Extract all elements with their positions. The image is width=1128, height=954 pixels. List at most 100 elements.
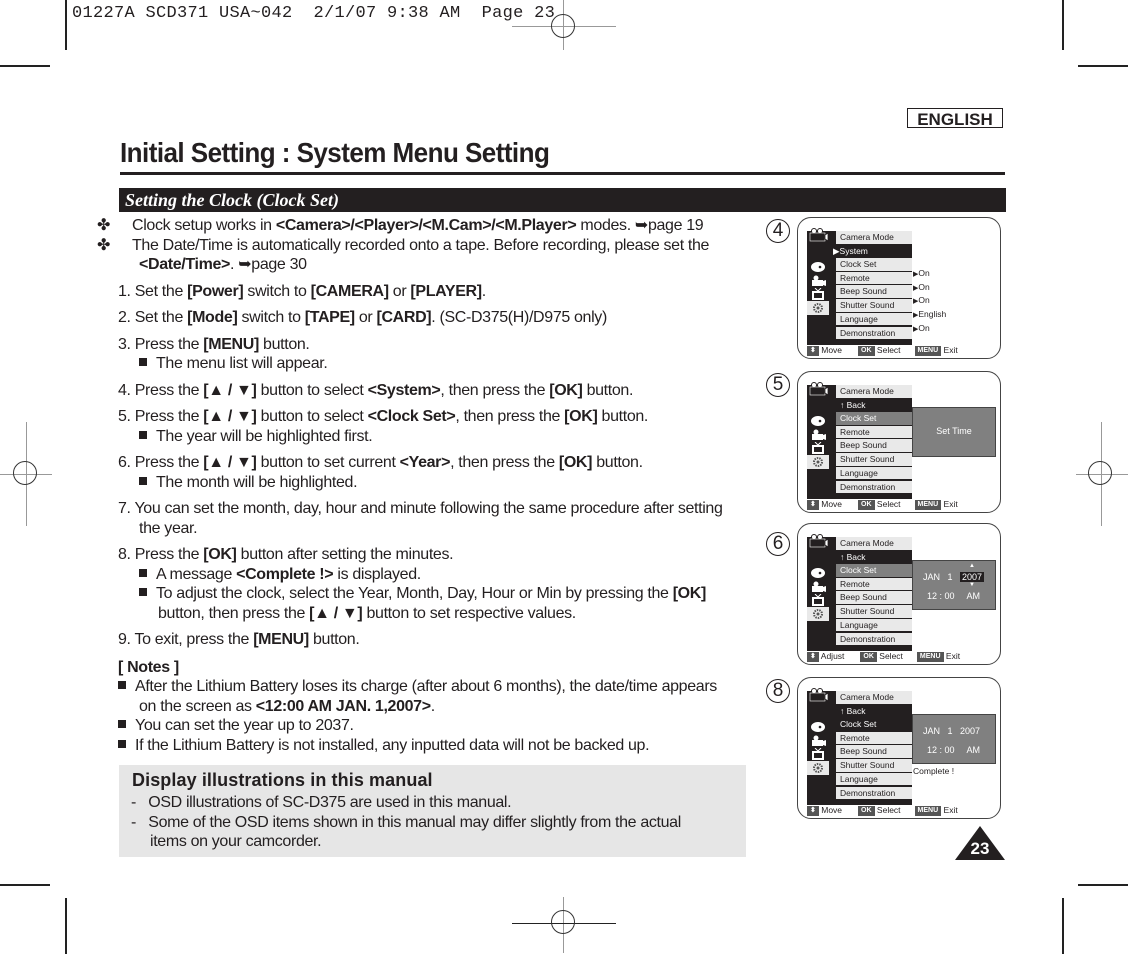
osd-menu-item: Language [836,466,912,481]
square-bullet-icon [118,720,126,728]
menu-key: MENU [914,346,942,356]
up-down-arrows-icon: ⬍ [807,346,819,356]
gear-icon [809,301,827,314]
disc-icon [809,260,827,272]
crop-mark [1078,65,1128,67]
tv-icon [809,747,827,761]
section-header: Setting the Clock (Clock Set) [119,188,1006,212]
osd-camera-mode-label: Camera Mode [836,691,912,705]
osd-menu-value: On [913,268,929,278]
crop-mark [65,0,67,50]
display-box-item: - OSD illustrations of SC-D375 are used … [131,794,512,811]
step-number-badge: 4 [766,219,790,243]
osd-menu-item: Language [836,618,912,633]
clover-bullet-icon: ✤ [97,217,111,234]
osd-menu: Camera Mode ▶System Clock Set Remote Beep So… [807,228,912,345]
crop-mark [1078,884,1128,886]
osd-footer-select: Select [876,499,901,509]
step-8-sub: To adjust the clock, select the Year, Mo… [118,584,758,623]
osd-screen-4: Camera Mode ▶System Clock Set Remote Beep So… [797,217,1001,359]
osd-year: 2007 [960,572,985,582]
osd-menu-item: Clock Set [836,412,912,426]
page-title: Initial Setting : System Menu Setting [120,137,550,168]
osd-footer-exit: Exit [945,651,961,661]
step-number-badge: 5 [766,373,790,397]
osd-footer: ⬍ Adjust OK Select MENU Exit [807,651,960,662]
disc-icon [809,566,827,578]
section-title: Setting the Clock (Clock Set) [125,190,339,210]
step-7: 7. You can set the month, day, hour and … [118,500,723,537]
square-bullet-icon [118,739,126,748]
step-3: 3. Press the [MENU] button. [118,335,310,353]
crop-mark [1062,898,1064,954]
print-slug: 01227A SCD371 USA~042 2/1/07 9:38 AM Pag… [72,4,556,23]
osd-menu-item: Shutter Sound [836,299,912,313]
camcorder-icon [809,580,827,592]
osd-footer: ⬍ Move OK Select MENU Exit [807,499,958,510]
camcorder-icon [809,274,827,286]
osd-menu: Camera Mode ↑ Back Clock Set Remote Beep Sou… [807,534,912,651]
osd-footer-exit: Exit [943,345,958,355]
intro-note: ✤ The Date/Time is automatically recorded… [97,236,710,274]
ok-key: OK [858,806,875,816]
camera-mode-icon [809,382,829,396]
osd-menu-item: Demonstration [836,480,912,494]
ok-key: OK [858,500,875,510]
crop-mark [1062,0,1064,50]
up-down-arrows-icon: ⬍ [807,806,819,816]
osd-time: 12 : 00 AM [927,745,981,755]
gear-icon [809,455,827,468]
menu-key: MENU [914,806,942,816]
osd-menu-value: On [913,282,929,292]
note-item: After the Lithium Battery loses its char… [118,677,758,716]
osd-back-item: ↑ Back [829,398,912,412]
osd-footer: ⬍ Move OK Select MENU Exit [807,345,958,356]
gear-icon [809,607,827,620]
osd-footer-exit: Exit [943,499,958,509]
display-box-heading: Display illustrations in this manual [132,770,433,790]
osd-clock-box: JAN 1 2007 12 : 00 AM [912,714,996,764]
osd-menu-value: On [913,295,929,305]
osd-camera-mode-label: Camera Mode [836,537,912,551]
square-bullet-icon [139,476,147,485]
osd-menu-item: Demonstration [836,632,912,646]
step-8-sub: A message <Complete !> is displayed. [118,565,758,585]
osd-menu-item: Beep Sound [836,285,912,299]
step-2: 2. Set the [Mode] switch to [TAPE] or [C… [118,309,607,326]
tv-icon [809,593,827,607]
osd-menu-item: Shutter Sound [836,605,912,619]
osd-footer: ⬍ Move OK Select MENU Exit [807,805,958,816]
osd-menu-item: Remote [836,731,912,746]
osd-menu: Camera Mode ↑ Back Clock Set Remote Beep Sou… [807,688,912,805]
osd-menu-value: On [913,323,929,333]
ok-key: OK [860,652,877,662]
crop-mark [0,65,50,67]
osd-menu-item: Remote [836,577,912,592]
up-down-arrows-icon: ⬍ [807,652,819,662]
square-bullet-icon [139,588,147,596]
osd-menu-item: Remote [836,425,912,440]
osd-complete-message: Complete ! [913,766,955,776]
note-item: You can set the year up to 2037. [118,716,758,736]
crop-mark [0,884,50,886]
intro-note: ✤ Clock setup works in <Camera>/<Player>/… [97,217,704,234]
osd-set-time-box: Set Time [912,407,996,457]
osd-menu-item: Shutter Sound [836,453,912,467]
display-illustrations-box: Display illustrations in this manual - O… [119,765,746,857]
osd-footer-mode: Move [821,805,843,815]
menu-key: MENU [916,652,944,662]
osd-footer-mode: Adjust [820,651,845,661]
osd-screen-8: Camera Mode ↑ Back Clock Set Remote Beep Sou… [797,677,1001,819]
camcorder-icon [809,428,827,440]
osd-footer-exit: Exit [943,805,958,815]
title-rule [120,172,1005,175]
osd-menu-item: Beep Sound [836,591,912,605]
step-6-sub: The month will be highlighted. [118,473,758,493]
osd-menu-item: Beep Sound [836,439,912,453]
step-1: 1. Set the [Power] switch to [CAMERA] or… [118,282,486,300]
osd-clock-box: JAN 1 2007 ▲ ▼ 12 : 00 AM [912,560,996,610]
osd-date: JAN 1 2007 [923,726,981,736]
square-bullet-icon [139,430,147,439]
osd-footer-mode: Move [821,499,843,509]
osd-back-item: ↑ Back [829,550,912,564]
